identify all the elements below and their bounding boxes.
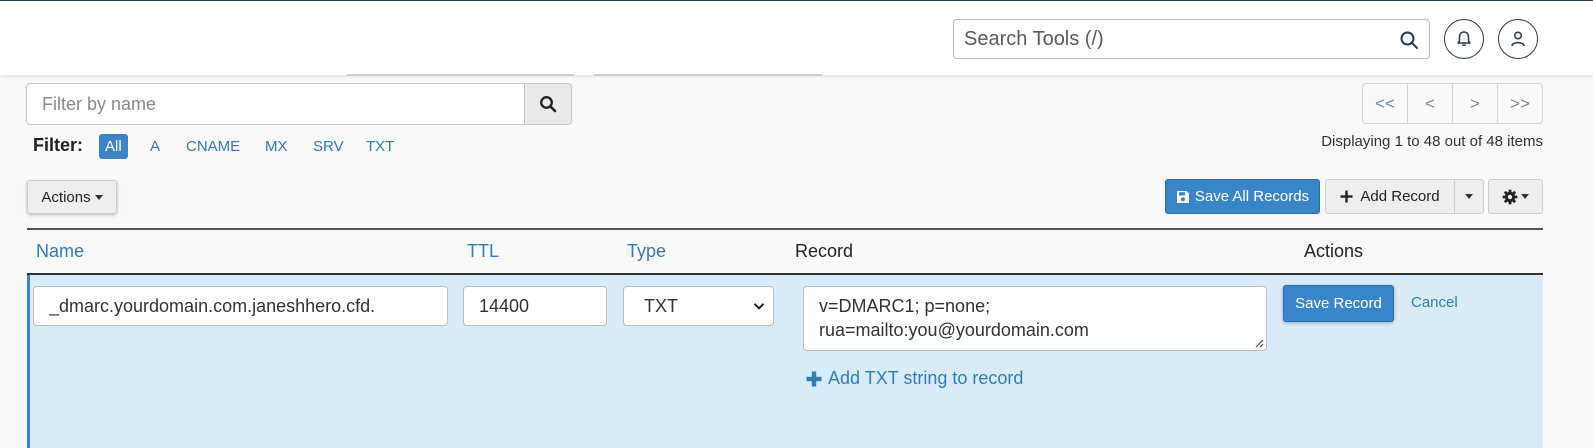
- save-all-records-label: Save All Records: [1194, 188, 1310, 205]
- column-header-ttl[interactable]: TTL: [467, 241, 499, 262]
- chevron-down-icon: [753, 303, 765, 310]
- bell-icon: [1457, 31, 1471, 47]
- tab-underline: [594, 74, 822, 76]
- save-all-records-button[interactable]: Save All Records: [1165, 179, 1320, 214]
- search-icon[interactable]: [1399, 30, 1419, 50]
- user-menu-button[interactable]: [1498, 19, 1538, 59]
- plus-icon: [1340, 190, 1353, 203]
- filter-type-cname[interactable]: CNAME: [180, 134, 246, 159]
- notifications-button[interactable]: [1444, 19, 1484, 59]
- filter-search-button[interactable]: [524, 83, 572, 125]
- record-ttl-field[interactable]: [463, 286, 607, 326]
- add-txt-string-link[interactable]: Add TXT string to record: [806, 368, 1023, 389]
- filter-type-srv[interactable]: SRV: [307, 134, 350, 159]
- pagination: << < > >>: [1362, 83, 1543, 124]
- actions-label: Actions: [41, 188, 91, 206]
- actions-dropdown-button[interactable]: Actions: [27, 180, 117, 214]
- record-value-text: v=DMARC1; p=none; rua=mailto:you@yourdom…: [819, 296, 1089, 340]
- first-page-button[interactable]: <<: [1363, 84, 1408, 123]
- add-txt-string-label: Add TXT string to record: [828, 368, 1024, 388]
- caret-down-icon: [94, 194, 103, 200]
- column-header-name[interactable]: Name: [36, 241, 84, 262]
- top-header: [0, 0, 1593, 75]
- record-name-field[interactable]: [33, 286, 448, 326]
- tab-underline: [347, 74, 574, 76]
- filter-type-mx[interactable]: MX: [259, 134, 294, 159]
- table-top-border: [27, 228, 1543, 230]
- filter-name-input[interactable]: [26, 83, 525, 125]
- caret-down-icon: [1521, 194, 1529, 199]
- filter-label: Filter:: [33, 135, 84, 155]
- plus-icon: [806, 371, 822, 386]
- column-header-type[interactable]: Type: [627, 241, 666, 262]
- add-record-dropdown-toggle[interactable]: [1454, 179, 1484, 214]
- resize-handle-icon[interactable]: [1254, 338, 1264, 348]
- user-icon: [1511, 31, 1525, 47]
- record-value-textarea[interactable]: v=DMARC1; p=none; rua=mailto:you@yourdom…: [803, 286, 1267, 351]
- save-record-button[interactable]: Save Record: [1283, 285, 1394, 322]
- caret-down-icon: [1465, 194, 1473, 199]
- pagination-status: Displaying 1 to 48 out of 48 items: [1321, 133, 1543, 150]
- filter-type-txt[interactable]: TXT: [360, 134, 400, 159]
- search-icon: [540, 96, 557, 113]
- settings-dropdown-button[interactable]: [1488, 179, 1543, 214]
- prev-page-button[interactable]: <: [1408, 84, 1453, 123]
- record-type-value: TXT: [644, 296, 678, 316]
- column-header-record: Record: [795, 241, 854, 261]
- gear-icon: [1502, 189, 1518, 204]
- search-tools-input[interactable]: [954, 20, 1374, 58]
- filter-type-all[interactable]: All: [99, 134, 128, 159]
- search-tools[interactable]: [953, 19, 1430, 59]
- next-page-button[interactable]: >: [1453, 84, 1498, 123]
- last-page-button[interactable]: >>: [1498, 84, 1542, 123]
- filter-type-a[interactable]: A: [144, 134, 166, 159]
- column-header-actions: Actions: [1304, 241, 1364, 261]
- add-record-button[interactable]: Add Record: [1325, 179, 1455, 214]
- record-type-select[interactable]: TXT: [623, 286, 774, 326]
- floppy-disk-icon: [1176, 190, 1189, 203]
- cancel-link[interactable]: Cancel: [1411, 294, 1458, 311]
- add-record-label: Add Record: [1360, 188, 1440, 205]
